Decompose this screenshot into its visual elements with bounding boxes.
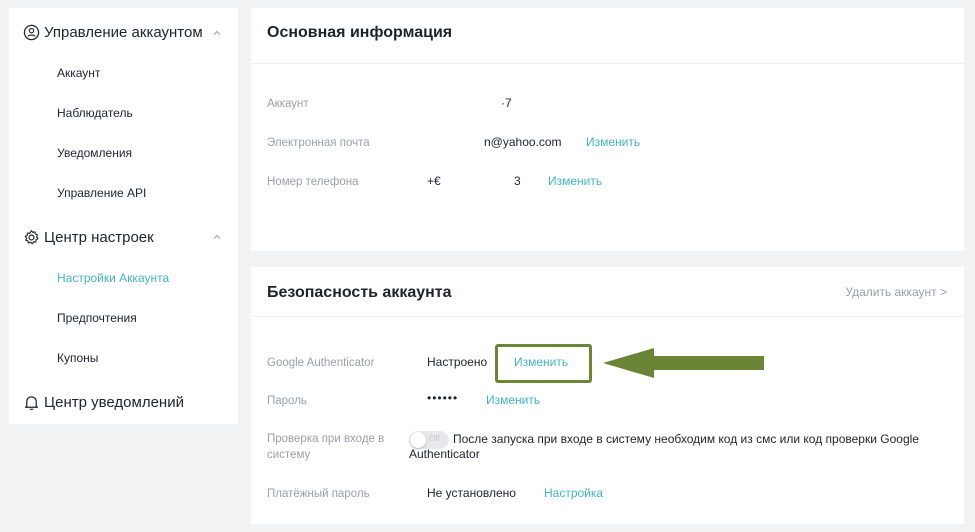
arrow-left-icon [603, 348, 764, 378]
basic-info-card: Основная информация Аккаунт ·7 Электронн… [251, 8, 964, 251]
security-card: Безопасность аккаунта Удалить аккаунт > … [251, 267, 964, 524]
account-value: ·7 [501, 96, 512, 110]
nav-group-settings-center[interactable]: Центр настроек [23, 229, 154, 246]
login-check-description: После запуска при входе в систему необхо… [409, 432, 919, 461]
section-title: Безопасность аккаунта [267, 284, 452, 301]
password-label: Пароль [267, 395, 307, 407]
gear-icon [24, 230, 39, 245]
phone-value-prefix: +€ [427, 174, 441, 188]
trade-password-setup-link[interactable]: Настройка [544, 486, 603, 500]
trade-password-status: Не установлено [427, 486, 516, 500]
sidebar-item-api-management[interactable]: Управление API [57, 186, 146, 200]
account-label: Аккаунт [267, 98, 309, 110]
phone-value-suffix: 3 [514, 174, 521, 188]
delete-account-link[interactable]: Удалить аккаунт > [845, 285, 947, 299]
sidebar-item-account-settings[interactable]: Настройки Аккаунта [57, 271, 169, 285]
password-change-link[interactable]: Изменить [486, 393, 540, 407]
sidebar-item-notifications[interactable]: Уведомления [57, 146, 132, 160]
chevron-up-icon[interactable] [212, 232, 222, 242]
email-label: Электронная почта [267, 137, 370, 149]
email-value: n@yahoo.com [484, 135, 562, 149]
highlight-box [495, 344, 592, 383]
nav-group-label: Центр уведомлений [44, 394, 184, 411]
email-change-link[interactable]: Изменить [586, 135, 640, 149]
sidebar-item-preferences[interactable]: Предпочтения [57, 311, 137, 325]
divider [251, 316, 964, 317]
sidebar-item-observer[interactable]: Наблюдатель [57, 106, 133, 120]
bell-icon [24, 396, 39, 411]
sidebar: Управление аккаунтом Аккаунт Наблюдатель… [9, 8, 238, 424]
sidebar-item-coupons[interactable]: Купоны [57, 351, 98, 365]
password-value: •••••• [427, 391, 459, 405]
nav-group-account-management[interactable]: Управление аккаунтом [23, 24, 203, 41]
chevron-up-icon[interactable] [212, 28, 222, 38]
sidebar-item-account[interactable]: Аккаунт [57, 66, 100, 80]
nav-group-label: Управление аккаунтом [44, 24, 203, 41]
section-title: Основная информация [267, 24, 453, 41]
trade-password-label: Платёжный пароль [267, 488, 370, 500]
nav-group-label: Центр настроек [44, 229, 154, 246]
divider [251, 63, 964, 64]
phone-change-link[interactable]: Изменить [548, 174, 602, 188]
nav-group-notification-center[interactable]: Центр уведомлений [23, 394, 184, 411]
phone-label: Номер телефона [267, 176, 359, 188]
google-authenticator-status: Настроено [427, 355, 488, 369]
google-authenticator-label: Google Authenticator [267, 357, 375, 369]
user-circle-icon [23, 24, 40, 41]
login-check-label: Проверка при входе в систему [267, 433, 385, 461]
